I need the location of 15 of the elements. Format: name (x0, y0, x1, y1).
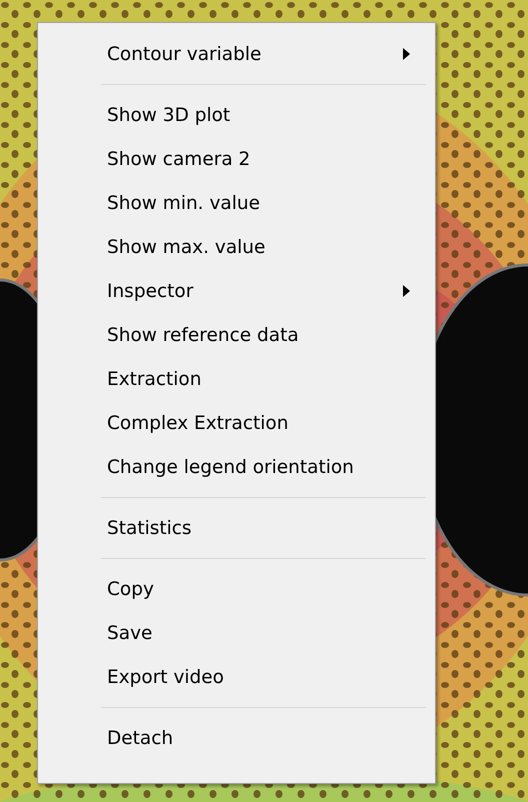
menu-item[interactable]: Detach (41, 716, 432, 760)
menu-item[interactable]: Show min. value (41, 181, 432, 225)
menu-item[interactable]: Change legend orientation (41, 445, 432, 489)
menu-item[interactable]: Show max. value (41, 225, 432, 269)
menu-item[interactable]: Show camera 2 (41, 137, 432, 181)
menu-item[interactable]: Statistics (41, 506, 432, 550)
menu-item[interactable]: Contour variable (41, 32, 432, 76)
menu-item[interactable]: Copy (41, 567, 432, 611)
menu-item[interactable]: Save (41, 611, 432, 655)
menu-item[interactable]: Complex Extraction (41, 401, 432, 445)
menu-item[interactable]: Extraction (41, 357, 432, 401)
menu-item[interactable]: Show 3D plot (41, 93, 432, 137)
menu-item[interactable]: Inspector (41, 269, 432, 313)
menu-item[interactable]: Show reference data (41, 313, 432, 357)
menu-item[interactable]: Export video (41, 655, 432, 699)
